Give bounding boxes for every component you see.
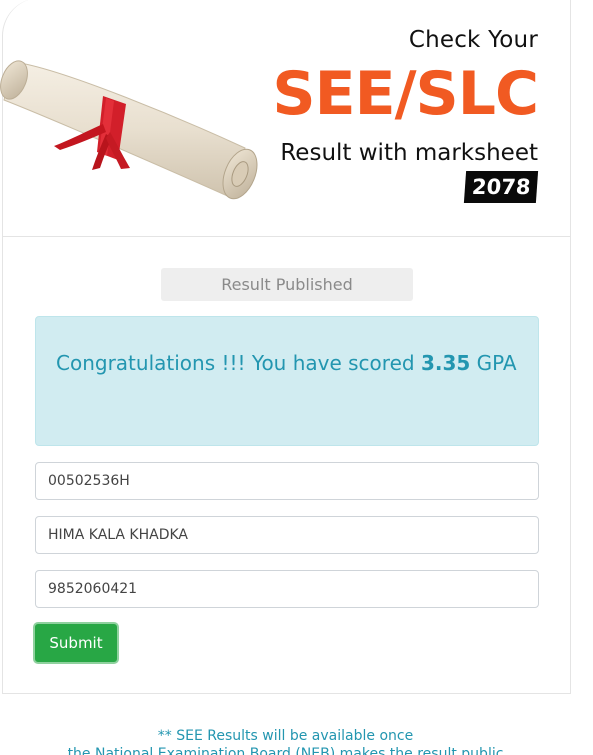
headline-exam-title: SEE/SLC xyxy=(272,59,539,129)
result-message: Congratulations !!! You have scored xyxy=(56,351,415,375)
status-badge: Result Published xyxy=(161,268,413,301)
year-badge: 2078 xyxy=(463,171,539,203)
symbol-number-field[interactable] xyxy=(35,462,539,500)
student-name-field[interactable] xyxy=(35,516,539,554)
diploma-scroll-icon xyxy=(0,60,258,200)
gpa-unit: GPA xyxy=(476,351,517,375)
footer-note-line-1: ** SEE Results will be available once xyxy=(157,728,414,744)
result-page: Check Your SEE/SLC Result with marksheet… xyxy=(0,0,593,755)
submit-button[interactable]: Submit xyxy=(33,622,119,664)
footer-note-line-2: the National Examination Board (NEB) mak… xyxy=(67,746,504,755)
header-divider xyxy=(2,236,571,237)
footer-note: ** SEE Results will be available once th… xyxy=(0,727,571,755)
result-alert: Congratulations !!! You have scored 3.35… xyxy=(35,316,539,446)
headline-subtitle: Result with marksheet xyxy=(280,140,538,166)
phone-number-field[interactable] xyxy=(35,570,539,608)
gpa-score: 3.35 xyxy=(420,351,471,375)
headline-check-your: Check Your xyxy=(408,27,538,53)
